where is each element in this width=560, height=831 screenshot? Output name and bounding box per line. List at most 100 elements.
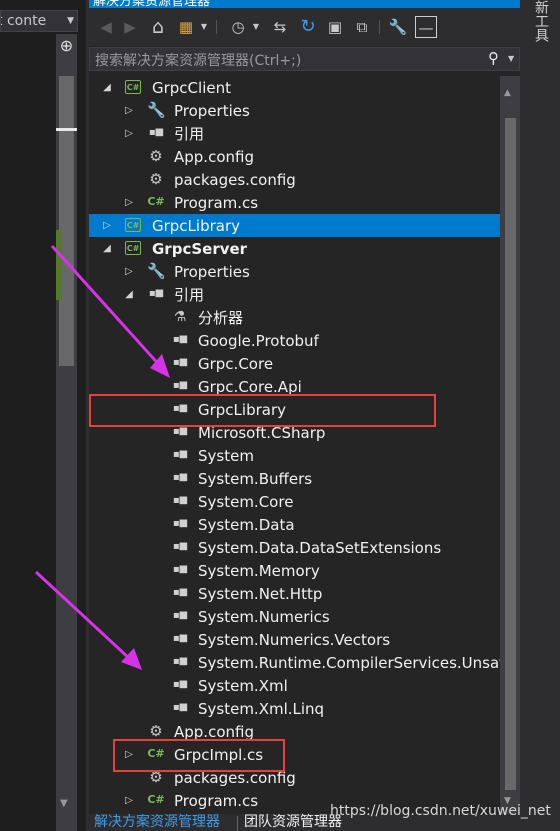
tree-item-label: GrpcLibrary <box>152 217 241 235</box>
tree-item-label: Program.cs <box>174 194 259 212</box>
editor-scrollbar-thumb[interactable] <box>59 76 74 366</box>
scroll-down-icon[interactable]: ▼ <box>60 798 68 809</box>
panel-title-bar: 解决方案资源管理器 <box>89 0 520 8</box>
solution-tree: ◢ C# GrpcClient ▷ 🔧 Properties ▷ ▪■ 引用 ⚙ App.confi… <box>89 76 500 816</box>
collapsed-arrow-icon[interactable]: ▷ <box>101 216 113 236</box>
tree-item[interactable]: ▪■ System.Numerics <box>89 605 500 628</box>
history-icon[interactable]: ◷ <box>227 16 249 38</box>
chevron-down-icon[interactable]: ▼ <box>199 16 209 38</box>
chevron-down-icon[interactable]: ▼ <box>508 54 514 63</box>
search-input[interactable]: 搜索解决方案资源管理器(Ctrl+;) ⚲ ▼ <box>89 47 520 71</box>
csharp-project-icon: C# <box>125 241 141 255</box>
expanded-arrow-icon[interactable]: ◢ <box>123 285 135 305</box>
tree-item[interactable]: ⚙ packages.config <box>89 168 500 191</box>
tree-item-label: Properties <box>174 102 250 120</box>
tree-item[interactable]: ▪■ System.Runtime.CompilerServices.Unsafe <box>89 651 500 674</box>
chevron-down-icon[interactable]: ▼ <box>251 16 261 38</box>
show-all-files-icon[interactable]: ⧉ <box>351 16 373 38</box>
tree-item[interactable]: ▪■ Google.Protobuf <box>89 329 500 352</box>
tree-item[interactable]: ⚗ 分析器 <box>89 306 500 329</box>
reference-icon: ▪■ <box>172 610 188 621</box>
tree-item-label: Grpc.Core <box>198 355 274 373</box>
highlight-box-grpclibrary <box>89 394 436 427</box>
back-icon[interactable]: ◀ <box>97 16 115 38</box>
search-icon[interactable]: ⚲ <box>488 49 499 67</box>
tree-item-label: Properties <box>174 263 250 281</box>
chevron-down-icon: ▼ <box>67 16 74 26</box>
reference-icon: ▪■ <box>148 127 164 138</box>
collapse-all-icon[interactable]: ▣ <box>324 16 346 38</box>
tree-item[interactable]: ▪■ Grpc.Core <box>89 352 500 375</box>
csharp-file-icon: C# <box>147 793 165 806</box>
tree-item-label: System.Runtime.CompilerServices.Unsafe <box>198 654 500 672</box>
scroll-up-icon[interactable]: ▲ <box>504 88 511 98</box>
tree-item[interactable]: ▷ C# Program.cs <box>89 191 500 214</box>
change-marker <box>56 230 62 300</box>
tree-item[interactable]: ▷ C# GrpcLibrary <box>89 214 500 237</box>
collapsed-arrow-icon[interactable]: ▷ <box>123 193 135 213</box>
toolbox-tab[interactable]: 新工具 <box>527 0 551 42</box>
tree-item-label: 引用 <box>174 125 205 143</box>
forward-icon[interactable]: ▶ <box>121 16 139 38</box>
home-icon[interactable]: ⌂ <box>147 16 169 38</box>
tree-scrollbar-thumb[interactable] <box>505 118 516 790</box>
tree-item[interactable]: ▪■ System.Buffers <box>89 467 500 490</box>
collapsed-arrow-icon[interactable]: ▷ <box>123 262 135 282</box>
context-dropdown-text: t conte <box>0 13 47 29</box>
sync-icon[interactable]: ⇆ <box>269 16 291 38</box>
tree-item-label: packages.config <box>174 171 296 189</box>
tree-item[interactable]: ◢ C# GrpcClient <box>89 76 500 99</box>
tree-item[interactable]: ◢ C# GrpcServer <box>89 237 500 260</box>
config-file-icon: ⚙ <box>149 722 163 740</box>
editor-pane: t conte ▼ ⊕ ▼ <box>0 0 86 831</box>
watermark-text: https://blog.csdn.net/xuwei_net <box>330 803 551 819</box>
tree-item[interactable]: ⚙ App.config <box>89 145 500 168</box>
switch-views-icon[interactable]: ▦ <box>175 16 197 38</box>
wrench-icon[interactable]: 🔧 <box>387 16 409 38</box>
tree-item-label: System.Data <box>198 516 295 534</box>
reference-icon: ▪■ <box>172 633 188 644</box>
reference-icon: ▪■ <box>172 472 188 483</box>
tree-item[interactable]: ◢ ▪■ 引用 <box>89 283 500 306</box>
tree-item[interactable]: ▪■ System.Xml.Linq <box>89 697 500 720</box>
context-dropdown[interactable]: t conte ▼ <box>0 10 78 32</box>
toolbar-separator <box>379 20 380 34</box>
tree-item[interactable]: ▪■ System.Xml <box>89 674 500 697</box>
tree-item-label: Program.cs <box>174 792 259 810</box>
tab-team-explorer[interactable]: 团队资源管理器 <box>244 814 342 831</box>
tree-item-label: System <box>198 447 254 465</box>
tree-item[interactable]: ▷ ▪■ 引用 <box>89 122 500 145</box>
refresh-icon[interactable]: ↻ <box>297 16 319 38</box>
reference-icon: ▪■ <box>172 449 188 460</box>
tree-item-label: System.Xml <box>198 677 288 695</box>
reference-icon: ▪■ <box>172 380 188 391</box>
expanded-arrow-icon[interactable]: ◢ <box>101 78 113 98</box>
tree-item[interactable]: ▪■ System.Memory <box>89 559 500 582</box>
tree-item[interactable]: ▪■ System.Core <box>89 490 500 513</box>
tree-item[interactable]: ▪■ System <box>89 444 500 467</box>
collapsed-arrow-icon[interactable]: ▷ <box>123 124 135 144</box>
tree-item[interactable]: ▷ 🔧 Properties <box>89 260 500 283</box>
tab-solution-explorer[interactable]: 解决方案资源管理器 <box>94 814 220 831</box>
tree-item[interactable]: ▪■ System.Data <box>89 513 500 536</box>
tree-item-label: App.config <box>174 148 254 166</box>
tab-divider <box>237 816 238 831</box>
toolbar-separator <box>216 20 217 34</box>
reference-icon: ▪■ <box>172 564 188 575</box>
tree-item[interactable]: ▷ 🔧 Properties <box>89 99 500 122</box>
collapsed-arrow-icon[interactable]: ▷ <box>123 101 135 121</box>
tree-item[interactable]: ▪■ System.Numerics.Vectors <box>89 628 500 651</box>
split-icon[interactable]: ⊕ <box>56 36 77 56</box>
reference-icon: ▪■ <box>172 495 188 506</box>
reference-icon: ▪■ <box>172 679 188 690</box>
tree-item[interactable]: ▪■ System.Net.Http <box>89 582 500 605</box>
tree-item-label: System.Data.DataSetExtensions <box>198 539 442 557</box>
scroll-position-marker <box>56 128 77 131</box>
tree-item[interactable]: ▪■ System.Data.DataSetExtensions <box>89 536 500 559</box>
pin-icon[interactable]: — <box>415 16 437 38</box>
expanded-arrow-icon[interactable]: ◢ <box>101 239 113 259</box>
tree-item-label: System.Xml.Linq <box>198 700 325 718</box>
highlight-box-grpcimpl <box>113 739 285 772</box>
collapsed-arrow-icon[interactable]: ▷ <box>123 791 135 811</box>
tree-item-label: System.Net.Http <box>198 585 323 603</box>
